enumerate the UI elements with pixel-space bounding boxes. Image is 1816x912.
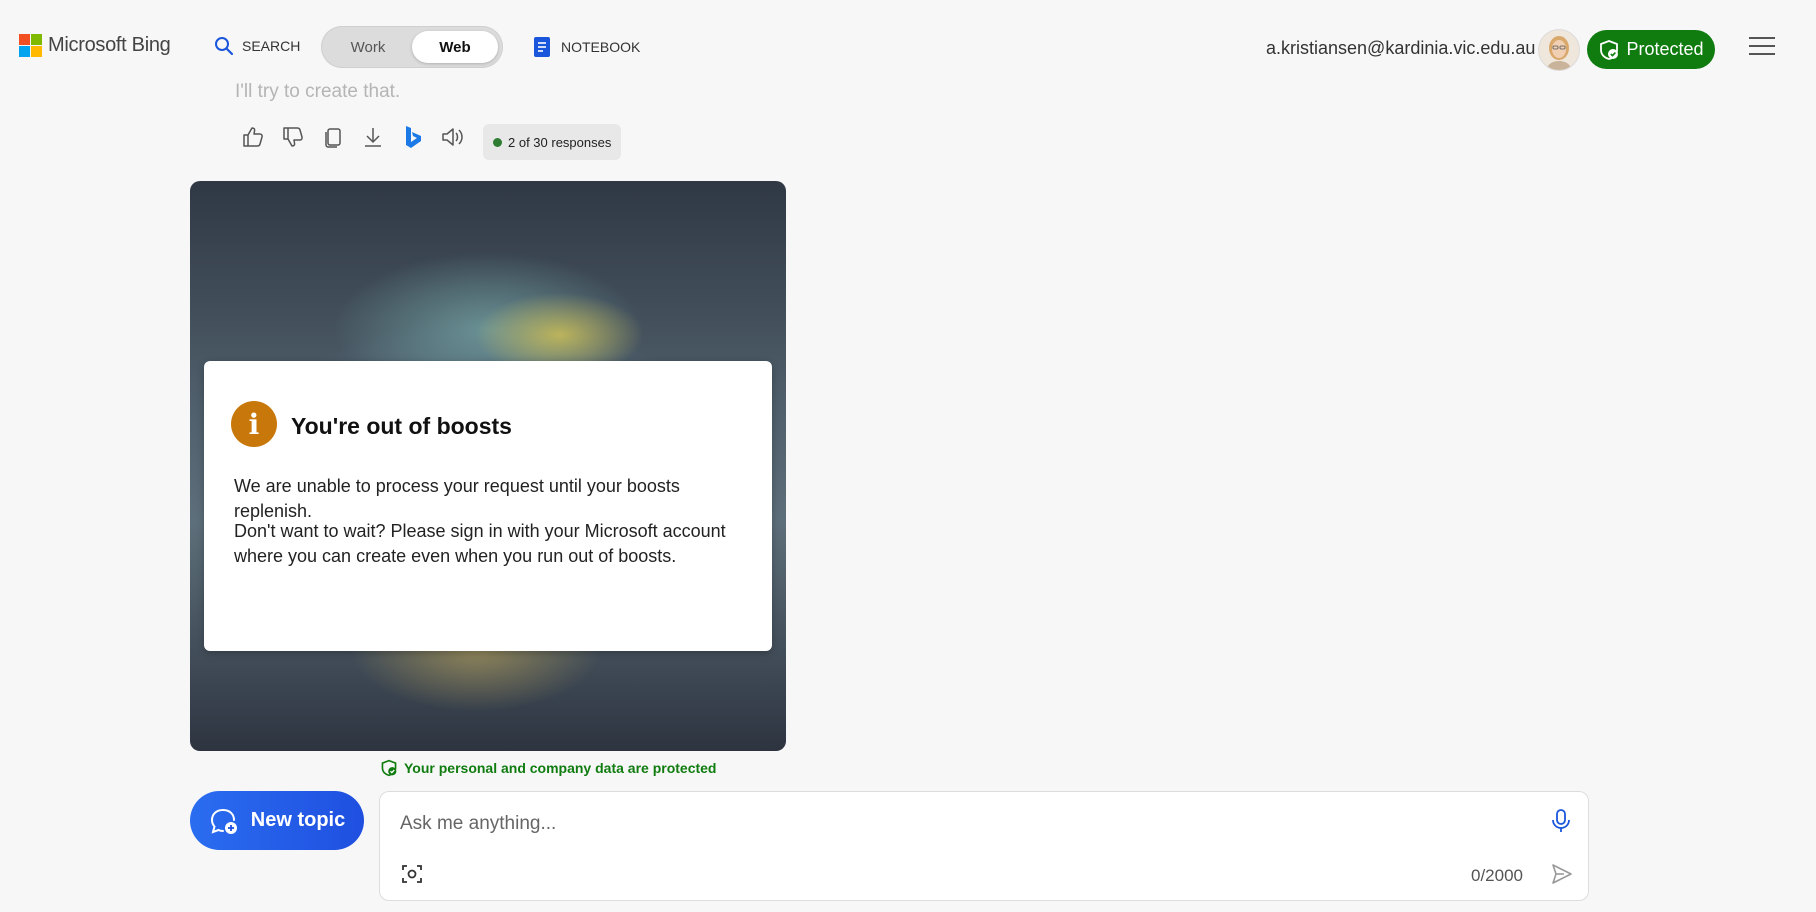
download-icon[interactable] bbox=[360, 124, 386, 150]
shield-check-icon bbox=[1600, 39, 1619, 60]
work-web-toggle[interactable]: Work Web bbox=[321, 26, 503, 68]
account-email[interactable]: a.kristiansen@kardinia.vic.edu.au bbox=[1266, 38, 1535, 59]
logo-text: Microsoft Bing bbox=[48, 34, 171, 56]
previous-response-text: I'll try to create that. bbox=[235, 81, 401, 102]
bing-logo[interactable]: Microsoft Bing bbox=[19, 34, 171, 57]
thumbs-down-icon[interactable] bbox=[280, 124, 306, 150]
dialog-title: You're out of boosts bbox=[291, 413, 512, 439]
copy-icon[interactable] bbox=[320, 124, 346, 150]
new-topic-label: New topic bbox=[250, 809, 346, 831]
privacy-note-text: Your personal and company data are prote… bbox=[404, 760, 717, 776]
status-dot bbox=[493, 137, 502, 147]
protected-button[interactable]: Protected bbox=[1587, 30, 1715, 69]
notebook-label: NOTEBOOK bbox=[561, 39, 641, 55]
dialog-signin-message: Don't want to wait? Please sign in with … bbox=[234, 521, 726, 566]
search-link[interactable]: SEARCH bbox=[214, 36, 300, 56]
microsoft-logo-icon bbox=[19, 34, 42, 57]
search-icon bbox=[215, 37, 234, 56]
notebook-link[interactable]: NOTEBOOK bbox=[533, 36, 640, 58]
out-of-boosts-dialog: i You're out of boosts We are unable to … bbox=[204, 361, 772, 651]
visual-search-icon[interactable] bbox=[400, 862, 424, 891]
new-topic-button[interactable]: New topic bbox=[190, 791, 364, 850]
chat-input-box: 0/2000 bbox=[379, 791, 1589, 901]
microphone-icon[interactable] bbox=[1550, 808, 1572, 839]
avatar[interactable] bbox=[1538, 29, 1580, 71]
protected-label: Protected bbox=[1626, 39, 1704, 59]
ask-input[interactable] bbox=[398, 808, 1502, 840]
toggle-work[interactable]: Work bbox=[326, 31, 410, 63]
info-icon: i bbox=[231, 401, 277, 447]
bing-icon[interactable] bbox=[400, 124, 426, 150]
thumbs-up-icon[interactable] bbox=[240, 124, 266, 150]
privacy-note: Your personal and company data are prote… bbox=[380, 759, 716, 777]
hamburger-menu-icon[interactable] bbox=[1749, 36, 1775, 56]
send-icon[interactable] bbox=[1550, 862, 1574, 891]
notebook-icon bbox=[534, 37, 550, 57]
user-avatar-icon bbox=[1539, 30, 1579, 70]
response-actions bbox=[240, 124, 466, 150]
response-count-text: 2 of 30 responses bbox=[508, 134, 612, 150]
response-count-badge: 2 of 30 responses bbox=[483, 124, 622, 160]
char-count: 0/2000 bbox=[1471, 866, 1523, 885]
shield-check-icon bbox=[381, 759, 397, 777]
toggle-web[interactable]: Web bbox=[412, 31, 498, 63]
speaker-icon[interactable] bbox=[440, 124, 466, 150]
new-chat-icon bbox=[210, 808, 237, 834]
search-label: SEARCH bbox=[242, 38, 301, 54]
dialog-message: We are unable to process your request un… bbox=[234, 476, 680, 521]
